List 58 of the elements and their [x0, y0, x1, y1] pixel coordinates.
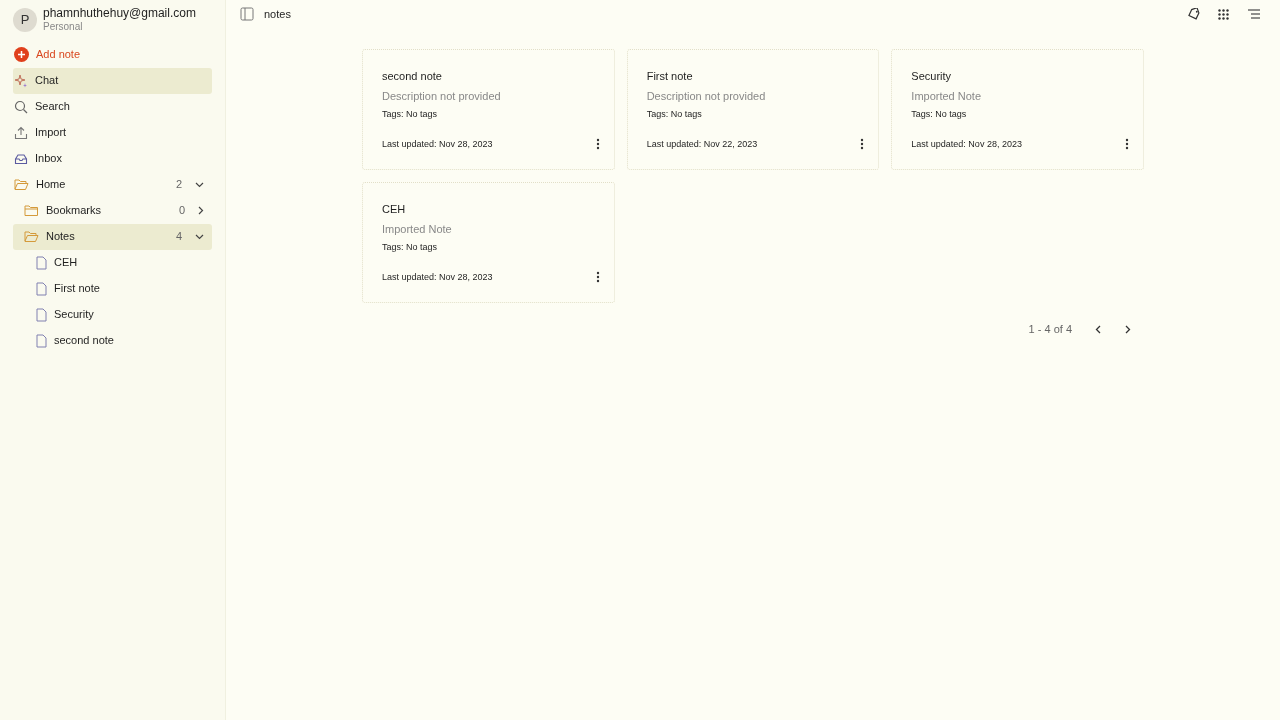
- more-options-icon[interactable]: [595, 138, 600, 150]
- sidebar-toggle-icon[interactable]: [240, 7, 254, 21]
- last-updated: Last updated: Nov 28, 2023: [382, 271, 493, 283]
- note-title: Security: [911, 69, 953, 83]
- sparkle-icon: [14, 73, 28, 88]
- note-tags: Tags: No tags: [382, 108, 595, 120]
- note-title: CEH: [382, 202, 407, 216]
- open-folder-icon: [14, 178, 29, 191]
- note-item[interactable]: CEH: [13, 249, 212, 276]
- breadcrumb[interactable]: notes: [264, 5, 291, 23]
- note-item[interactable]: second note: [13, 327, 212, 354]
- chevron-down-icon: [195, 181, 204, 188]
- note-description: Description not provided: [646, 89, 767, 103]
- chevron-down-icon: [195, 233, 204, 240]
- add-note-button[interactable]: Add note: [13, 41, 212, 68]
- folder-item[interactable]: Home 2: [13, 171, 212, 198]
- note-tags: Tags: No tags: [382, 241, 595, 253]
- last-updated: Last updated: Nov 22, 2023: [646, 138, 758, 150]
- note-tags: Tags: No tags: [646, 108, 860, 120]
- chevron-left-icon: [1095, 324, 1101, 334]
- note-description: Imported Note: [911, 89, 983, 103]
- search-icon: [14, 99, 28, 114]
- avatar[interactable]: P: [13, 7, 37, 32]
- more-options-icon[interactable]: [860, 138, 865, 150]
- tag-icon[interactable]: [1188, 7, 1201, 21]
- note-description: Description not provided: [382, 89, 502, 103]
- more-options-icon[interactable]: [595, 271, 600, 283]
- upload-icon: [14, 125, 28, 140]
- note-title: First note: [646, 69, 694, 83]
- pagination-range: 1 - 4 of 4: [1028, 322, 1072, 337]
- inbox-icon: [14, 151, 28, 166]
- note-tags: Tags: No tags: [911, 108, 1124, 120]
- more-options-icon[interactable]: [1125, 138, 1129, 150]
- folder-item[interactable]: Bookmarks 0: [13, 197, 212, 224]
- open-folder-icon: [24, 230, 39, 243]
- last-updated: Last updated: Nov 28, 2023: [382, 138, 493, 150]
- sidebar-item[interactable]: Import: [13, 119, 212, 146]
- workspace-name: Personal: [43, 21, 84, 34]
- note-description: Imported Note: [382, 222, 453, 236]
- grid-view-icon[interactable]: [1218, 8, 1229, 20]
- chevron-right-icon: [198, 206, 204, 215]
- folder-item[interactable]: Notes 4: [13, 223, 212, 250]
- document-icon: [36, 307, 47, 322]
- sidebar-item[interactable]: Inbox: [13, 145, 212, 172]
- last-updated: Last updated: Nov 28, 2023: [911, 138, 1022, 150]
- document-icon: [36, 255, 47, 270]
- note-item[interactable]: Security: [13, 301, 212, 328]
- sidebar-item[interactable]: Chat: [13, 67, 212, 94]
- sidebar-item[interactable]: Search: [13, 93, 212, 120]
- document-icon: [36, 281, 47, 296]
- note-title: second note: [382, 69, 443, 83]
- note-item[interactable]: First note: [13, 275, 212, 302]
- account-email: phamnhuthehuy@gmail.com: [43, 6, 196, 21]
- plus-circle-icon: [14, 47, 29, 62]
- document-icon: [36, 333, 47, 348]
- folder-icon: [24, 204, 39, 217]
- list-view-icon[interactable]: [1248, 9, 1260, 19]
- chevron-right-icon: [1125, 324, 1131, 334]
